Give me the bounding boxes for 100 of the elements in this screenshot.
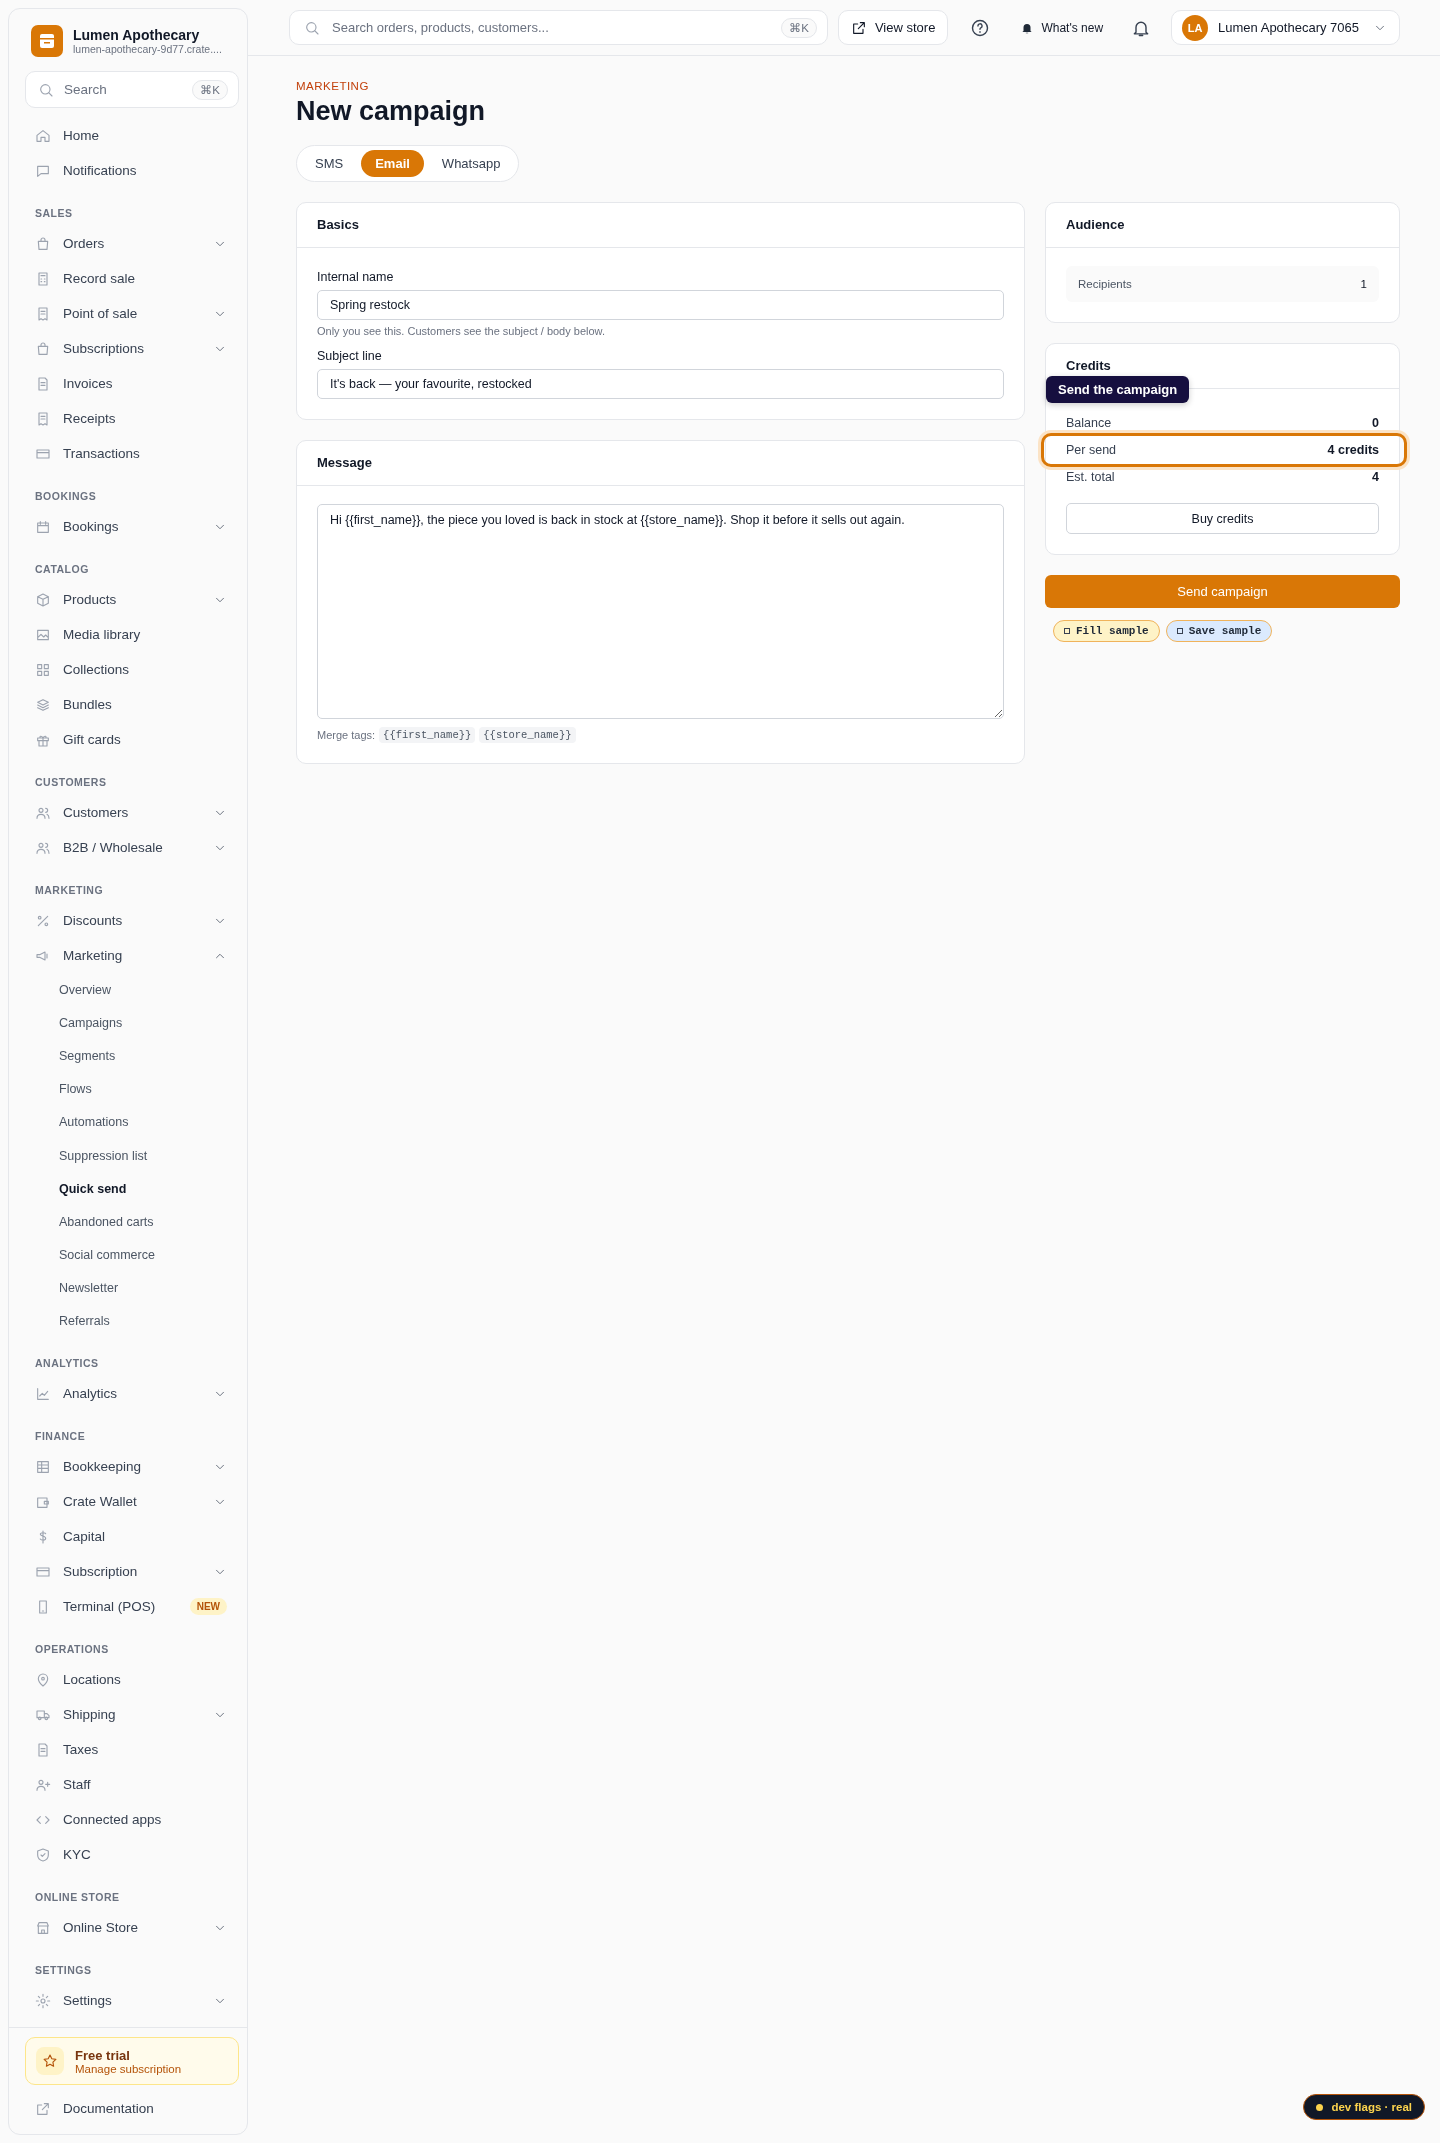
line-chart-icon [35,1385,51,1402]
shortcut-hint: ⌘K [781,17,817,38]
map-pin-icon [35,1671,51,1688]
nav-item[interactable]: Bundles [17,687,239,722]
nav-item[interactable]: Terminal (POS) NEW [17,1589,239,1625]
dev-flags-pill[interactable]: dev flags · real [1303,2094,1425,2120]
nav-subitem[interactable]: Flows [17,1072,239,1106]
search-icon [38,81,54,98]
account-menu[interactable]: LA Lumen Apothecary 7065 [1171,10,1400,45]
nav-item[interactable]: Products [17,582,239,617]
nav-item[interactable]: Invoices [17,366,239,401]
document-icon [35,375,51,392]
nav-item[interactable]: Analytics [17,1376,239,1412]
channel-tab[interactable]: SMS [301,150,358,177]
nav-item[interactable]: Discounts [17,903,239,938]
nav-item[interactable]: Subscription [17,1554,239,1590]
field-hint: Only you see this. Customers see the subject / body below. [317,325,606,337]
trial-title: Free trial [75,2047,131,2063]
nav-item[interactable]: Record sale [17,261,239,296]
nav-subitem[interactable]: Abandoned carts [17,1205,239,1239]
documentation-link[interactable]: Documentation [17,2091,239,2126]
receipt-icon [35,410,51,427]
row-label: Balance [1066,416,1112,430]
nav-item[interactable]: Orders [17,226,239,261]
row-label: Per send [1066,443,1117,457]
nav-item[interactable]: Settings [17,1983,239,2019]
nav-subitem[interactable]: Segments [17,1039,239,1073]
calculator-icon [35,270,51,287]
nav-item[interactable]: Subscriptions [17,331,239,366]
channel-tab[interactable]: Whatsapp [427,150,515,177]
logo-icon [31,25,63,57]
grid-icon [35,661,51,678]
merge-tags-label: Merge tags: [317,729,376,741]
avatar: LA [1182,14,1209,41]
search-icon [304,19,320,36]
table-icon [35,1458,51,1475]
nav-item[interactable]: Bookkeeping [17,1449,239,1485]
help-icon[interactable] [970,17,991,38]
nav-item[interactable]: Home [17,118,239,153]
view-store-button[interactable]: View store [837,10,949,45]
nav-subitem[interactable]: Referrals [17,1304,239,1339]
text-field[interactable]: It's back — your favourite, restocked [317,369,1004,399]
star-icon [42,2053,58,2069]
nav-item[interactable]: Transactions [17,436,239,471]
nav-item[interactable]: Receipts [17,401,239,436]
row-label: Est. total [1066,470,1115,484]
dev-chip[interactable]: Fill sample [1053,620,1160,642]
storefront-icon [35,1919,51,1936]
nav-item[interactable]: Customers [17,795,239,830]
nav-item[interactable]: Capital [17,1519,239,1555]
nav-item[interactable]: Notifications [17,153,239,188]
nav-subitem[interactable]: Quick send [17,1172,239,1206]
nav-subitem[interactable]: Automations [17,1105,239,1139]
nav-item[interactable]: Bookings [17,509,239,544]
nav-subitem[interactable]: Campaigns [17,1006,239,1040]
card-title: Message [297,441,1024,486]
dev-chip[interactable]: Save sample [1165,620,1273,642]
nav-subitem[interactable]: Social commerce [17,1238,239,1272]
nav-item[interactable]: KYC [17,1837,239,1873]
page-title: New campaign [296,96,487,127]
whats-new-button[interactable]: What's new [1012,20,1112,35]
nav-item[interactable]: Connected apps [17,1802,239,1838]
nav-item[interactable]: Collections [17,652,239,687]
nav-subitem[interactable]: Overview [17,973,239,1007]
stat-label: Recipients [1078,278,1132,290]
search-field[interactable]: Search ⌘K [25,71,239,108]
external-link-icon [35,2100,51,2117]
shield-icon [35,1846,51,1863]
nav-item[interactable]: Media library [17,617,239,652]
row-value: 4 credits [1327,443,1379,457]
buy-credits-button[interactable]: Buy credits [1066,503,1379,534]
breadcrumb: MARKETING [296,80,370,92]
calendar-icon [35,518,51,535]
merge-tag[interactable]: {{store_name}} [479,727,576,743]
nav-item[interactable]: Online Store [17,1910,239,1946]
nav-item[interactable]: Marketing [17,938,239,973]
house-icon [35,127,51,144]
nav-subitem[interactable]: Suppression list [17,1138,239,1173]
external-link-icon [850,19,867,36]
global-search-field[interactable]: Search orders, products, customers... ⌘K [289,10,828,45]
manage-subscription-link[interactable]: Manage subscription [75,2062,182,2075]
document-icon [35,1741,51,1758]
section-heading: ANALYTICS [34,1356,100,1372]
nav-item[interactable]: Staff [17,1767,239,1803]
store-name: Lumen Apothecary [73,27,201,43]
nav-item[interactable]: Gift cards [17,722,239,757]
nav-item[interactable]: Locations [17,1662,239,1698]
nav-item[interactable]: Point of sale [17,296,239,331]
bag-icon [35,235,51,252]
message-field[interactable]: Hi {{first_name}}, the piece you loved is back in stock at {{store_name}}. Shop it before it sells out again. [317,504,1004,719]
nav-item[interactable]: B2B / Wholesale [17,830,239,865]
nav-item[interactable]: Crate Wallet [17,1484,239,1520]
merge-tag[interactable]: {{first_name}} [379,727,476,743]
text-field[interactable]: Spring restock [317,290,1004,320]
nav-subitem[interactable]: Newsletter [17,1271,239,1305]
free-trial-card[interactable]: Free trial Manage subscription [25,2037,239,2085]
bag-icon [35,340,51,357]
nav-item[interactable]: Taxes [17,1732,239,1768]
nav-item[interactable]: Shipping [17,1697,239,1733]
section-heading: CATALOG [34,562,90,577]
